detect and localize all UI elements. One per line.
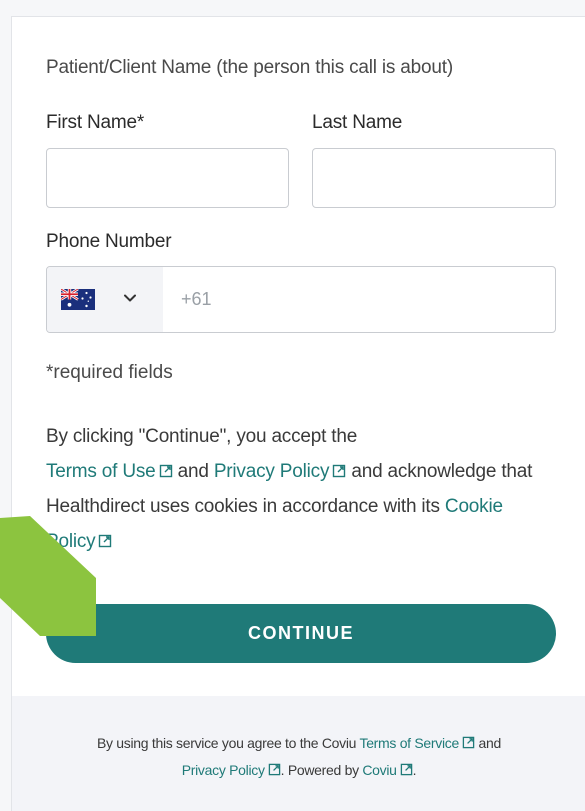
footer-text-start: By using this service you agree to the C… [96,735,357,751]
footer-text: By using this service you agree to the C… [32,730,566,784]
footer-powered-by: . Powered by [280,762,359,778]
coviu-terms-link-label: Terms of Service [359,735,460,751]
last-name-label: Last Name [312,112,403,133]
consent-and: and [177,461,209,482]
privacy-policy-link[interactable]: Privacy Policy [214,461,346,482]
external-link-icon [400,763,412,776]
coviu-privacy-link-label: Privacy Policy [181,762,265,778]
terms-of-use-link-label: Terms of Use [46,461,156,482]
required-fields-note: *required fields [46,362,173,383]
coviu-link[interactable]: Coviu [362,762,412,778]
phone-number-input[interactable] [163,267,555,332]
first-name-label: First Name* [46,112,145,133]
coviu-link-label: Coviu [362,762,397,778]
phone-number-label: Phone Number [46,231,172,252]
privacy-policy-link-label: Privacy Policy [213,461,330,482]
chevron-down-icon [124,294,136,302]
external-link-icon [159,464,172,478]
external-link-icon [99,534,112,548]
coviu-terms-link[interactable]: Terms of Service [360,735,475,751]
first-name-input[interactable] [46,148,289,208]
last-name-input[interactable] [312,148,556,208]
external-link-icon [268,763,280,776]
coviu-privacy-link[interactable]: Privacy Policy [182,762,281,778]
page: Patient/Client Name (the person this cal… [0,0,585,811]
external-link-icon [333,464,346,478]
section-label: Patient/Client Name (the person this cal… [46,57,453,78]
australia-flag-icon [61,289,95,310]
continue-button[interactable]: CONTINUE [46,604,556,663]
footer-and: and [478,735,502,751]
phone-number-field [46,266,556,333]
footer-end: . [412,762,417,778]
consent-text-start: By clicking "Continue", you accept the [46,426,358,447]
country-code-select[interactable] [47,267,163,332]
external-link-icon [462,736,475,749]
terms-of-use-link[interactable]: Terms of Use [46,461,173,482]
patient-details-card: Patient/Client Name (the person this cal… [11,16,585,696]
footer: By using this service you agree to the C… [11,696,585,811]
consent-text: By clicking "Continue", you accept the Te… [46,419,556,559]
